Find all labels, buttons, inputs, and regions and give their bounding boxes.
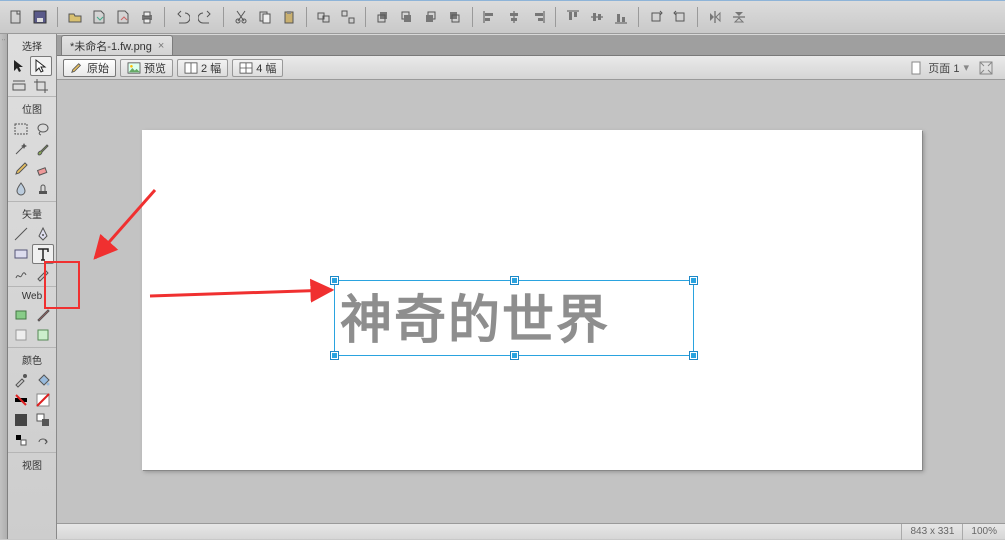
paste-icon[interactable] — [279, 7, 299, 27]
lasso-tool-icon[interactable] — [32, 119, 54, 139]
view-tab-bar: 原始 预览 2 幅 4 幅 页面 1 ▾ — [57, 56, 1005, 80]
swap-colors-icon[interactable] — [32, 410, 54, 430]
close-tab-icon[interactable]: × — [158, 40, 164, 52]
align-center-v-icon[interactable] — [587, 7, 607, 27]
page-selector[interactable]: 页面 1 ▾ — [910, 60, 999, 76]
bring-front-icon[interactable] — [373, 7, 393, 27]
rect-tool-icon[interactable] — [10, 244, 32, 264]
ungroup-icon[interactable] — [338, 7, 358, 27]
rotate-ccw-icon[interactable] — [670, 7, 690, 27]
status-dims: 843 x 331 — [901, 524, 962, 540]
image-icon — [127, 62, 141, 74]
scale-tool-icon[interactable] — [8, 76, 30, 96]
document-tab-strip: *未命名-1.fw.png × — [57, 34, 1005, 56]
pencil-tool-icon[interactable] — [10, 159, 32, 179]
eraser-tool-icon[interactable] — [32, 159, 54, 179]
fill-swatch[interactable] — [10, 410, 32, 430]
palette-section-bitmap: 位图 — [10, 99, 54, 119]
status-bar: 843 x 331 100% — [57, 523, 1005, 539]
palette-section-color: 颜色 — [10, 350, 54, 370]
selection-handle[interactable] — [331, 277, 338, 284]
selection-handle[interactable] — [511, 352, 518, 359]
main-toolbar — [0, 0, 1005, 34]
selection-handle[interactable] — [511, 277, 518, 284]
align-bottom-icon[interactable] — [611, 7, 631, 27]
crop-tool-icon[interactable] — [30, 76, 52, 96]
rotate-cw-icon[interactable] — [646, 7, 666, 27]
annotation-box — [44, 261, 80, 309]
workspace[interactable]: 神奇的世界 — [57, 80, 1005, 523]
page-icon — [910, 61, 924, 75]
selection-handle[interactable] — [690, 277, 697, 284]
document-tab-title: *未命名-1.fw.png — [70, 38, 152, 54]
marquee-tool-icon[interactable] — [10, 119, 32, 139]
group-icon[interactable] — [314, 7, 334, 27]
align-left-icon[interactable] — [480, 7, 500, 27]
pencil-icon — [70, 62, 84, 74]
eyedropper-tool-icon[interactable] — [10, 370, 32, 390]
align-top-icon[interactable] — [563, 7, 583, 27]
hide-slice-icon[interactable] — [10, 325, 32, 345]
view-tab-label: 原始 — [87, 60, 109, 76]
pen-tool-icon[interactable] — [32, 224, 54, 244]
left-dock-strip[interactable]: ·· — [0, 34, 8, 539]
send-backward-icon[interactable] — [421, 7, 441, 27]
view-tab-label: 预览 — [144, 60, 166, 76]
import-icon[interactable] — [89, 7, 109, 27]
canvas[interactable]: 神奇的世界 — [142, 130, 922, 470]
stroke-swatch[interactable] — [10, 390, 32, 410]
fit-screen-icon[interactable] — [979, 61, 993, 75]
view-tab-label: 2 幅 — [201, 60, 221, 76]
bring-forward-icon[interactable] — [397, 7, 417, 27]
align-right-icon[interactable] — [528, 7, 548, 27]
copy-icon[interactable] — [255, 7, 275, 27]
document-tab[interactable]: *未命名-1.fw.png × — [61, 35, 173, 55]
selection-handle[interactable] — [690, 352, 697, 359]
pointer-tool-icon[interactable] — [8, 56, 30, 76]
show-slice-icon[interactable] — [32, 325, 54, 345]
subselect-tool-icon[interactable] — [30, 56, 52, 76]
view-tab-label: 4 幅 — [256, 60, 276, 76]
status-zoom[interactable]: 100% — [962, 524, 1005, 540]
cut-icon[interactable] — [231, 7, 251, 27]
blur-tool-icon[interactable] — [10, 179, 32, 199]
view-tab-2up[interactable]: 2 幅 — [177, 59, 228, 77]
palette-section-view: 视图 — [10, 455, 54, 475]
bucket-tool-icon[interactable] — [32, 370, 54, 390]
save-icon[interactable] — [30, 7, 50, 27]
open-icon[interactable] — [65, 7, 85, 27]
view-tab-4up[interactable]: 4 幅 — [232, 59, 283, 77]
page-selector-label: 页面 1 — [928, 60, 959, 76]
palette-section-vector: 矢量 — [10, 204, 54, 224]
print-icon[interactable] — [137, 7, 157, 27]
selection-handle[interactable] — [331, 352, 338, 359]
redo-icon[interactable] — [196, 7, 216, 27]
flip-h-icon[interactable] — [705, 7, 725, 27]
new-file-icon[interactable] — [6, 7, 26, 27]
line-tool-icon[interactable] — [10, 224, 32, 244]
view-tab-original[interactable]: 原始 — [63, 59, 116, 77]
split-4-icon — [239, 62, 253, 74]
palette-section-select: 选择 — [8, 36, 56, 56]
dropdown-icon: ▾ — [963, 61, 969, 74]
view-tab-preview[interactable]: 预览 — [120, 59, 173, 77]
text-selection-outline — [334, 280, 694, 356]
flip-v-icon[interactable] — [729, 7, 749, 27]
status-zoom-value: 100% — [971, 526, 997, 537]
default-colors-icon[interactable] — [10, 430, 32, 450]
split-2-icon — [184, 62, 198, 74]
stamp-tool-icon[interactable] — [32, 179, 54, 199]
hotspot-tool-icon[interactable] — [10, 305, 32, 325]
brush-tool-icon[interactable] — [32, 139, 54, 159]
wand-tool-icon[interactable] — [10, 139, 32, 159]
undo-icon[interactable] — [172, 7, 192, 27]
no-stroke-icon[interactable] — [32, 390, 54, 410]
send-back-icon[interactable] — [445, 7, 465, 27]
freeform-tool-icon[interactable] — [10, 264, 32, 284]
export-icon[interactable] — [113, 7, 133, 27]
align-center-h-icon[interactable] — [504, 7, 524, 27]
color-toggle-icon[interactable] — [32, 430, 54, 450]
